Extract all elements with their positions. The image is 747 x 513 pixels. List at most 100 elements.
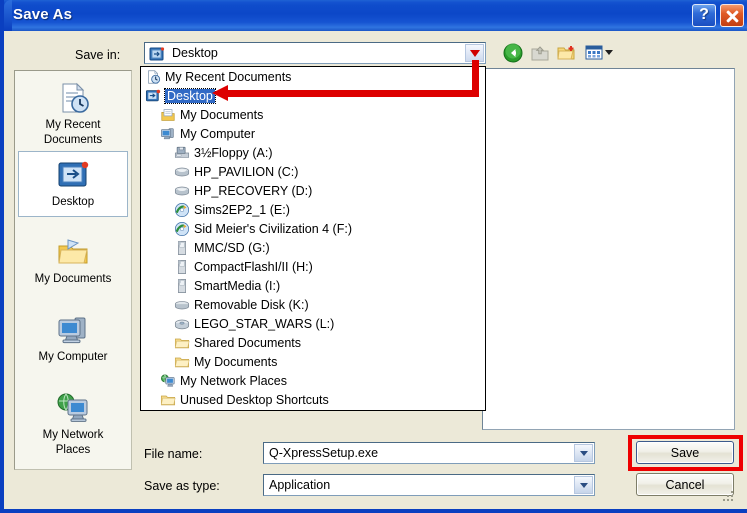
save-in-combobox[interactable]: Desktop <box>144 42 486 64</box>
sidebar-item-label-2: Places <box>55 444 91 456</box>
save-in-dropdown-list[interactable]: My Recent Documents Desktop My Documents My… <box>140 66 486 411</box>
resize-grip[interactable] <box>723 491 735 503</box>
save-button-highlight-annotation <box>628 435 743 471</box>
cd-drive-game-icon <box>173 202 191 218</box>
my-network-places-icon <box>18 389 128 427</box>
folder-icon <box>173 335 191 351</box>
chevron-down-icon <box>469 49 480 57</box>
dropdown-item-label: CompactFlashI/II (H:) <box>194 259 313 274</box>
dropdown-item-label: My Documents <box>194 354 278 369</box>
sidebar-item-desktop[interactable]: Desktop <box>18 151 128 217</box>
hard-drive-icon <box>173 164 191 180</box>
dropdown-item-label: My Documents <box>180 107 264 122</box>
dropdown-item[interactable]: Unused Desktop Shortcuts <box>141 390 485 409</box>
my-computer-icon <box>159 126 177 142</box>
file-name-label: File name: <box>144 447 203 461</box>
dropdown-item[interactable]: MMC/SD (G:) <box>141 238 485 257</box>
title-bar-left-edge <box>4 0 12 31</box>
help-icon: ? <box>699 6 709 23</box>
sidebar-item-my-recent-documents[interactable]: My Recent Documents <box>18 75 128 147</box>
dropdown-item[interactable]: HP_RECOVERY (D:) <box>141 181 485 200</box>
dropdown-item[interactable]: My Documents <box>141 105 485 124</box>
dropdown-item[interactable]: HP_PAVILION (C:) <box>141 162 485 181</box>
help-button[interactable]: ? <box>692 4 716 27</box>
views-icon[interactable] <box>583 42 605 64</box>
desktop-icon <box>144 88 162 104</box>
dropdown-item[interactable]: My Documents <box>141 352 485 371</box>
dropdown-item-label: Unused Desktop Shortcuts <box>180 392 329 407</box>
memory-card-icon <box>173 278 191 294</box>
floppy-drive-icon <box>173 145 191 161</box>
dropdown-item-label: Removable Disk (K:) <box>194 297 309 312</box>
dropdown-item-label: Shared Documents <box>194 335 302 350</box>
close-icon <box>725 9 739 23</box>
dropdown-item-label: Sims2EP2_1 (E:) <box>194 202 290 217</box>
save-in-value: Desktop <box>172 46 218 60</box>
save-in-label: Save in: <box>75 48 121 62</box>
hard-drive-icon <box>173 183 191 199</box>
up-one-level-icon[interactable] <box>529 42 551 64</box>
sidebar-item-my-computer[interactable]: My Computer <box>18 307 128 373</box>
dropdown-item[interactable]: Removable Disk (K:) <box>141 295 485 314</box>
file-name-dropdown-arrow[interactable] <box>574 444 593 462</box>
dropdown-item-label: HP_RECOVERY (D:) <box>194 183 313 198</box>
memory-card-icon <box>173 240 191 256</box>
sidebar-item-my-network-places[interactable]: My Network Places <box>18 385 128 457</box>
removable-disk-icon <box>173 297 191 313</box>
save-as-type-select[interactable]: Application <box>263 474 595 496</box>
sidebar-item-label: My Computer <box>38 351 108 363</box>
dropdown-item[interactable]: My Recent Documents <box>141 67 485 86</box>
places-sidebar: My Recent Documents Desktop My Documents… <box>14 70 132 470</box>
cd-drive-icon <box>173 316 191 332</box>
sidebar-item-label: My Recent <box>45 119 101 131</box>
desktop-icon <box>149 46 165 67</box>
chevron-down-icon <box>579 450 588 456</box>
folder-icon <box>159 392 177 408</box>
dropdown-item[interactable]: 3½Floppy (A:) <box>141 143 485 162</box>
views-dropdown-arrow[interactable] <box>605 50 613 55</box>
sidebar-item-label: My Documents <box>34 273 112 285</box>
dropdown-item[interactable]: CompactFlashI/II (H:) <box>141 257 485 276</box>
chevron-down-icon <box>579 482 588 488</box>
annotation-arrow-head <box>212 85 228 101</box>
dropdown-item[interactable]: Sims2EP2_1 (E:) <box>141 200 485 219</box>
sidebar-item-my-documents[interactable]: My Documents <box>18 229 128 295</box>
my-documents-icon <box>159 107 177 123</box>
dropdown-item[interactable]: SmartMedia (I:) <box>141 276 485 295</box>
dropdown-item[interactable]: My Network Places <box>141 371 485 390</box>
dropdown-item[interactable]: My Computer <box>141 124 485 143</box>
create-new-folder-icon[interactable] <box>556 42 578 64</box>
close-button[interactable] <box>720 4 744 27</box>
dropdown-item-label: HP_PAVILION (C:) <box>194 164 299 179</box>
sidebar-item-label: My Network <box>42 429 104 441</box>
dropdown-item-label: My Network Places <box>180 373 287 388</box>
memory-card-icon <box>173 259 191 275</box>
save-as-type-dropdown-arrow[interactable] <box>574 476 593 494</box>
my-computer-icon <box>18 311 128 349</box>
dropdown-item[interactable]: Sid Meier's Civilization 4 (F:) <box>141 219 485 238</box>
folder-icon <box>173 354 191 370</box>
dropdown-item-label: 3½Floppy (A:) <box>194 145 273 160</box>
dropdown-item-label: My Recent Documents <box>165 69 292 84</box>
dropdown-item-label: SmartMedia (I:) <box>194 278 281 293</box>
dropdown-item-label: Desktop <box>164 87 216 104</box>
file-name-value: Q-XpressSetup.exe <box>269 446 379 460</box>
title-bar[interactable]: Save As ? <box>4 0 747 31</box>
annotation-arrow-horizontal <box>226 90 476 97</box>
my-documents-icon <box>18 233 128 271</box>
dropdown-item-label: LEGO_STAR_WARS (L:) <box>194 316 335 331</box>
dropdown-item-label: MMC/SD (G:) <box>194 240 270 255</box>
file-name-input[interactable]: Q-XpressSetup.exe <box>263 442 595 464</box>
window-title: Save As <box>13 6 73 23</box>
dropdown-item[interactable]: LEGO_STAR_WARS (L:) <box>141 314 485 333</box>
save-as-dialog: Save As ? Save in: Desktop My Recent Doc… <box>0 0 747 513</box>
save-as-type-value: Application <box>269 478 331 492</box>
cancel-button[interactable]: Cancel <box>636 473 734 496</box>
dropdown-item[interactable]: Shared Documents <box>141 333 485 352</box>
sidebar-item-label-2: Documents <box>43 134 103 146</box>
back-icon[interactable] <box>502 42 524 64</box>
save-as-type-label: Save as type: <box>144 479 220 493</box>
dropdown-item-label: Sid Meier's Civilization 4 (F:) <box>194 221 352 236</box>
recent-documents-icon <box>144 69 162 85</box>
file-list-pane[interactable] <box>482 68 735 430</box>
